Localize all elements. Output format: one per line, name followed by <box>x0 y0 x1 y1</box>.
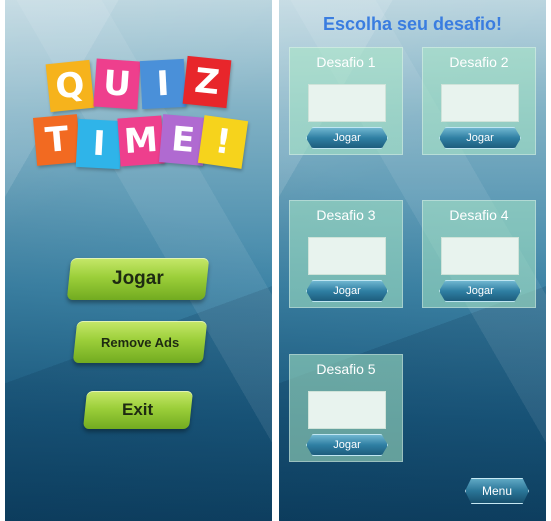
logo-tile: T <box>32 114 82 166</box>
play-challenge-3-button[interactable]: Jogar <box>306 280 388 302</box>
challenge-preview <box>308 237 386 275</box>
logo-tile: I <box>139 58 187 110</box>
challenge-label: Desafio 4 <box>449 207 509 223</box>
challenge-label: Desafio 3 <box>316 207 376 223</box>
logo-tile: Q <box>45 59 95 113</box>
challenge-preview <box>441 84 519 122</box>
challenge-card-3: Desafio 3 Jogar <box>289 200 403 308</box>
challenge-preview <box>308 84 386 122</box>
logo-tile: M <box>117 115 165 167</box>
menu-button[interactable]: Menu <box>465 478 529 504</box>
play-button-label: Jogar <box>112 268 164 289</box>
challenge-card-5: Desafio 5 Jogar <box>289 354 403 462</box>
challenge-select-screen: Escolha seu desafio! Desafio 1 Jogar Des… <box>279 0 546 521</box>
challenge-preview <box>308 391 386 429</box>
challenge-card-4: Desafio 4 Jogar <box>422 200 536 308</box>
logo-tile: U <box>93 58 141 110</box>
exit-button[interactable]: Exit <box>83 391 193 429</box>
play-button[interactable]: Jogar <box>66 258 210 300</box>
logo-tile: I <box>75 118 123 170</box>
challenge-label: Desafio 5 <box>316 361 376 377</box>
challenge-card-2: Desafio 2 Jogar <box>422 47 536 155</box>
page-title: Escolha seu desafio! <box>322 14 503 34</box>
play-challenge-1-button[interactable]: Jogar <box>306 127 388 149</box>
logo-tile: Z <box>182 55 232 109</box>
play-challenge-4-button[interactable]: Jogar <box>439 280 521 302</box>
remove-ads-button-label: Remove Ads <box>100 334 180 350</box>
play-challenge-5-button[interactable]: Jogar <box>306 434 388 456</box>
challenge-preview <box>441 237 519 275</box>
logo-tile: ! <box>197 115 249 169</box>
exit-button-label: Exit <box>122 400 154 419</box>
challenge-label: Desafio 2 <box>449 54 509 70</box>
main-menu-screen: Q U I Z T I M E ! Jogar Remove Ads Exit <box>5 0 272 521</box>
quiz-time-logo: Q U I Z T I M E ! <box>5 0 272 180</box>
play-challenge-2-button[interactable]: Jogar <box>439 127 521 149</box>
challenge-label: Desafio 1 <box>316 54 376 70</box>
remove-ads-button[interactable]: Remove Ads <box>72 321 208 363</box>
challenge-card-1: Desafio 1 Jogar <box>289 47 403 155</box>
